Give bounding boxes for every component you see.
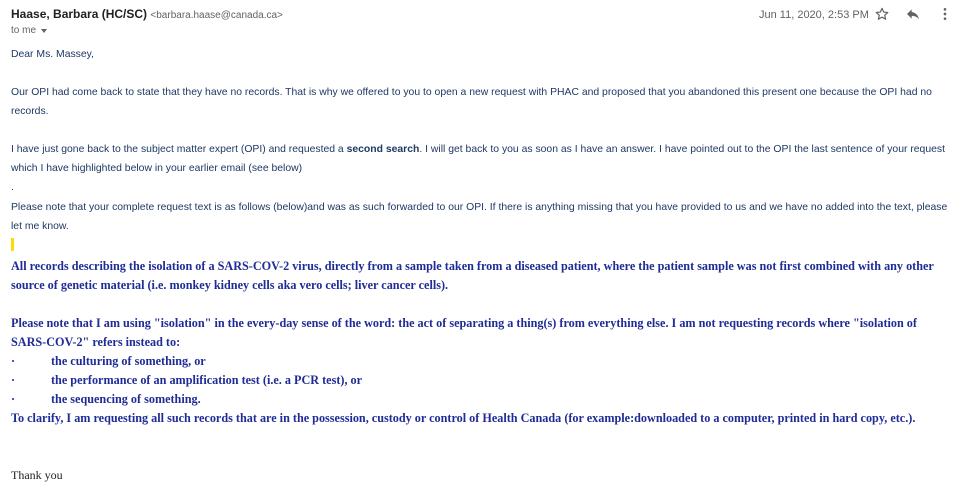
text-highlight-marker bbox=[11, 238, 14, 251]
bullet-text: the sequencing of something. bbox=[51, 392, 201, 406]
star-icon bbox=[875, 7, 889, 20]
star-button[interactable] bbox=[873, 5, 891, 23]
body-paragraph-2: I have just gone back to the subject mat… bbox=[11, 140, 951, 178]
recipient-label: to me bbox=[11, 25, 37, 36]
sender-name[interactable]: Haase, Barbara (HC/SC) bbox=[11, 7, 147, 21]
chevron-down-icon bbox=[41, 28, 48, 33]
bullet-marker: · bbox=[11, 392, 16, 406]
request-paragraph-3: To clarify, I am requesting all such rec… bbox=[11, 411, 916, 425]
body-paragraph-1: Our OPI had come back to state that they… bbox=[11, 87, 932, 117]
sender-line: Haase, Barbara (HC/SC) <barbara.haase@ca… bbox=[11, 7, 283, 21]
request-bullet: · the culturing of something, or bbox=[11, 352, 206, 371]
more-vert-icon bbox=[943, 8, 947, 20]
bullet-marker: · bbox=[11, 373, 16, 387]
reply-icon bbox=[907, 9, 919, 20]
second-search-emphasis: second search bbox=[346, 144, 420, 155]
body-paragraph-3: Please note that your complete request t… bbox=[11, 202, 948, 232]
recipient-details-toggle[interactable]: to me bbox=[11, 25, 48, 36]
request-bullet: · the sequencing of something. bbox=[11, 390, 201, 409]
closing: Thank you bbox=[11, 468, 63, 482]
sender-email: <barbara.haase@canada.ca> bbox=[150, 10, 283, 21]
bullet-text: the performance of an amplification test… bbox=[51, 373, 363, 387]
greeting: Dear Ms. Massey, bbox=[11, 49, 94, 60]
request-paragraph-1: All records describing the isolation of … bbox=[11, 259, 934, 292]
request-bullet: · the performance of an amplification tes… bbox=[11, 371, 362, 390]
request-paragraph-2: Please note that I am using "isolation" … bbox=[11, 316, 917, 349]
reply-button[interactable] bbox=[904, 5, 922, 23]
dot-line: . bbox=[11, 182, 14, 193]
body-paragraph-2-start: I have just gone back to the subject mat… bbox=[11, 144, 347, 155]
message-date: Jun 11, 2020, 2:53 PM bbox=[759, 9, 869, 21]
bullet-marker: · bbox=[11, 354, 16, 368]
more-options-button[interactable] bbox=[936, 5, 954, 23]
bullet-text: the culturing of something, or bbox=[51, 354, 206, 368]
